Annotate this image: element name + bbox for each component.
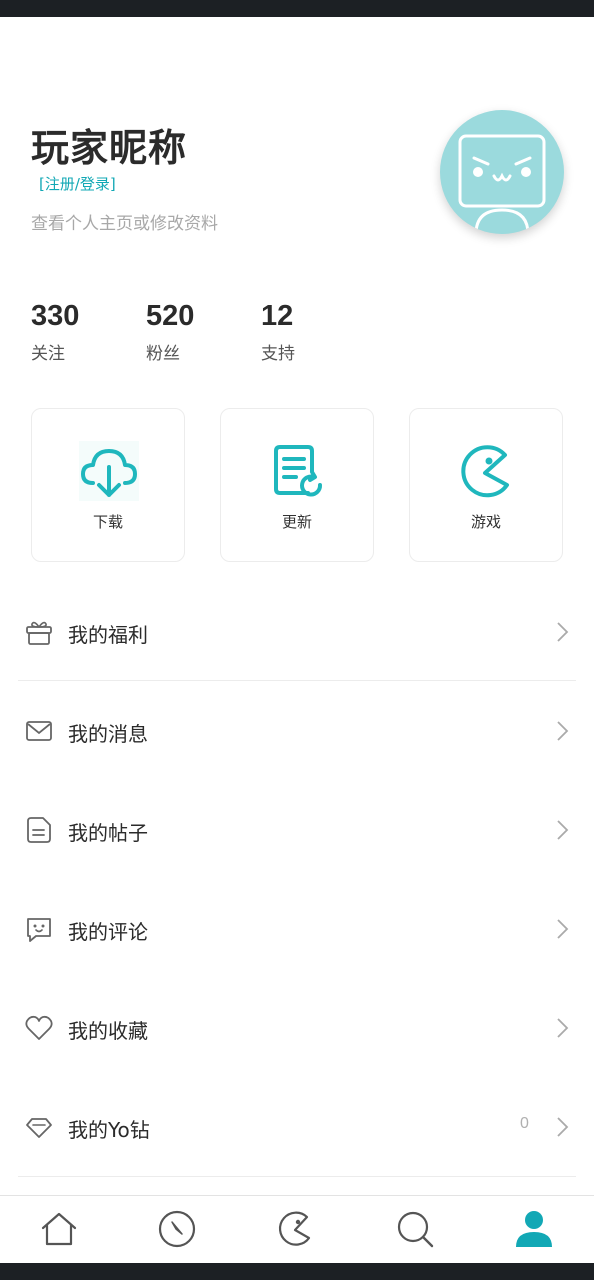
download-card[interactable]: 下载 [31,408,185,562]
stat-value: 520 [146,300,195,332]
chevron-right-icon [557,721,569,741]
menu-item-comments[interactable]: 我的评论 [0,879,594,978]
envelope-icon [26,721,52,741]
status-bar [0,0,594,17]
avatar-mascot-icon [458,134,546,234]
menu-label: 我的Yo钻 [68,1118,150,1142]
comment-face-icon [27,918,51,942]
heart-icon [25,1015,53,1040]
profile-hint[interactable]: 查看个人主页或修改资料 [31,209,218,234]
menu-item-benefits[interactable]: 我的福利 [0,582,594,681]
games-label: 游戏 [470,513,501,531]
home-icon [41,1212,77,1246]
tab-games[interactable] [237,1196,355,1264]
gift-icon [26,621,52,645]
stat-value: 12 [261,300,294,332]
document-refresh-icon [274,445,322,497]
chevron-right-icon [557,1117,569,1137]
quick-actions: 下载 更新 游戏 [0,408,594,563]
divider [18,1176,576,1177]
stat-following[interactable]: 330 关注 [31,300,79,364]
update-label: 更新 [281,513,312,531]
stats-row: 330 关注 520 粉丝 12 支持 [0,300,594,370]
menu-label: 我的帖子 [68,821,148,845]
menu-label: 我的评论 [68,920,148,944]
stat-label: 粉丝 [146,344,180,364]
bottom-tab-bar [0,1195,594,1263]
diamond-icon [26,1118,52,1138]
login-register-link[interactable]: [注册/登录] [39,173,116,194]
menu-item-yo-diamonds[interactable]: 我的Yo钻 0 [0,1077,594,1176]
diamond-count: 0 [520,1115,529,1132]
profile-header[interactable]: 玩家昵称 [注册/登录] 查看个人主页或修改资料 [0,17,594,277]
stat-followers[interactable]: 520 粉丝 [146,300,194,364]
menu-item-posts[interactable]: 我的帖子 [0,780,594,879]
tab-discover[interactable] [118,1196,236,1264]
menu-item-messages[interactable]: 我的消息 [0,681,594,780]
menu-label: 我的消息 [68,722,148,746]
navigation-bar [0,1263,594,1280]
compass-icon [158,1210,196,1248]
menu-item-favorites[interactable]: 我的收藏 [0,978,594,1077]
search-icon [397,1211,434,1248]
tab-profile[interactable] [475,1196,593,1264]
chevron-right-icon [557,622,569,642]
cloud-download-icon [79,441,139,501]
menu-label: 我的收藏 [68,1019,148,1043]
chevron-right-icon [557,820,569,840]
nickname[interactable]: 玩家昵称 [31,117,187,172]
pacman-icon [278,1211,311,1246]
games-card[interactable]: 游戏 [409,408,563,562]
stat-supports[interactable]: 12 支持 [261,300,295,364]
document-icon [27,817,51,843]
stat-label: 支持 [261,344,295,364]
chevron-right-icon [557,1018,569,1038]
download-label: 下载 [92,513,123,531]
chevron-right-icon [557,919,569,939]
tab-home[interactable] [0,1196,118,1264]
stat-label: 关注 [31,344,65,364]
tab-search[interactable] [356,1196,474,1264]
avatar[interactable] [440,110,564,234]
stat-value: 330 [31,300,80,332]
pacman-icon [461,445,509,498]
user-icon [516,1211,552,1247]
update-card[interactable]: 更新 [220,408,374,562]
menu-label: 我的福利 [68,623,148,647]
